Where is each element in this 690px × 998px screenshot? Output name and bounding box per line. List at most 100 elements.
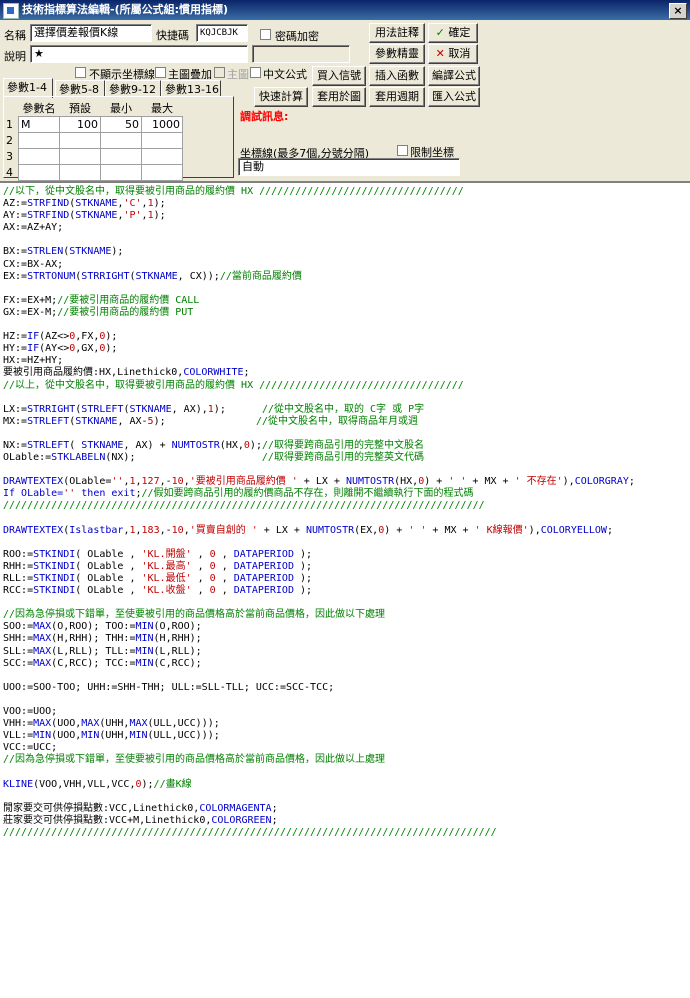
tab-params-1-4[interactable]: 參數1-4 bbox=[3, 78, 53, 98]
param-name-cell[interactable] bbox=[18, 164, 60, 181]
code-line[interactable]: MX:=STRLEFT(STKNAME, AX-5); //從中文股名中，取得商… bbox=[3, 416, 690, 428]
param-max-cell[interactable] bbox=[141, 164, 183, 181]
code-line[interactable] bbox=[3, 767, 690, 779]
code-line[interactable]: DRAWTEXTEX(OLable='',1,127,-10,'要被引用商品履約… bbox=[3, 476, 690, 488]
code-line[interactable]: HX:=HZ+HY; bbox=[3, 355, 690, 367]
param-max-cell[interactable] bbox=[141, 132, 183, 149]
desc-input[interactable]: ★ bbox=[30, 45, 248, 63]
code-token: (ULL,UCC))); bbox=[147, 730, 220, 742]
code-line[interactable]: DRAWTEXTEX(Islastbar,1,183,-10,'買賣自創的 ' … bbox=[3, 525, 690, 537]
code-line[interactable] bbox=[3, 597, 690, 609]
param-min-cell[interactable]: 50 bbox=[100, 116, 142, 133]
compile-button[interactable]: 編譯公式 bbox=[428, 66, 480, 86]
no-axis-checkbox[interactable] bbox=[75, 67, 86, 78]
code-line[interactable]: CX:=BX-AX; bbox=[3, 259, 690, 271]
param-min-cell[interactable] bbox=[100, 164, 142, 181]
code-line[interactable]: HZ:=IF(AZ<>0,FX,0); bbox=[3, 331, 690, 343]
import-formula-button[interactable]: 匯入公式 bbox=[428, 87, 480, 107]
param-name-cell[interactable]: M bbox=[18, 116, 60, 133]
tab-params-5-8[interactable]: 參數5-8 bbox=[55, 80, 105, 97]
password-checkbox[interactable] bbox=[260, 29, 271, 40]
tab-params-13-16[interactable]: 參數13-16 bbox=[161, 80, 221, 97]
param-default-cell[interactable]: 100 bbox=[59, 116, 101, 133]
code-line[interactable]: RHH:=STKINDI( OLable , 'KL.最高' , 0 , DAT… bbox=[3, 561, 690, 573]
cancel-button[interactable]: ✕ 取消 bbox=[428, 44, 478, 64]
usage-note-button[interactable]: 用法註釋 bbox=[369, 23, 425, 43]
code-line[interactable] bbox=[3, 791, 690, 803]
code-line[interactable]: KLINE(VOO,VHH,VLL,VCC,0);//畫K線 bbox=[3, 779, 690, 791]
code-line[interactable]: 要被引用商品履約價:HX,Linethick0,COLORWHITE; bbox=[3, 367, 690, 379]
code-line[interactable]: VOO:=UOO; bbox=[3, 706, 690, 718]
code-line[interactable]: VLL:=MIN(UOO,MIN(UHH,MIN(ULL,UCC))); bbox=[3, 730, 690, 742]
code-token: (VOO,VHH,VLL,VCC, bbox=[33, 778, 136, 790]
code-line[interactable]: VHH:=MAX(UOO,MAX(UHH,MAX(ULL,UCC))); bbox=[3, 718, 690, 730]
code-editor[interactable]: //以下，從中文股名中，取得要被引用商品的履約價 HX ////////////… bbox=[0, 181, 690, 998]
code-line[interactable]: //因為急停損或下錯單，至使要被引用的商品價格高於當前商品價格，因此做以下處理 bbox=[3, 609, 690, 621]
code-token: 閒家要交可供停損點數:VCC,Linethick0, bbox=[3, 802, 200, 814]
code-line[interactable]: HY:=IF(AY<>0,GX,0); bbox=[3, 343, 690, 355]
limit-axis-checkbox[interactable] bbox=[397, 145, 408, 156]
code-line[interactable]: SHH:=MAX(H,RHH); THH:=MIN(H,RHH); bbox=[3, 633, 690, 645]
param-max-cell[interactable] bbox=[141, 148, 183, 165]
code-line[interactable]: 莊家要交可供停損點數:VCC+M,Linethick0,COLORGREEN; bbox=[3, 815, 690, 827]
code-line[interactable] bbox=[3, 464, 690, 476]
code-line[interactable]: SCC:=MAX(C,RCC); TCC:=MIN(C,RCC); bbox=[3, 658, 690, 670]
code-line[interactable]: GX:=EX-M;//要被引用商品的履約價 PUT bbox=[3, 307, 690, 319]
axis-input[interactable]: 自動 bbox=[238, 158, 460, 176]
code-line[interactable] bbox=[3, 513, 690, 525]
param-min-cell[interactable] bbox=[100, 132, 142, 149]
param-name-cell[interactable] bbox=[18, 148, 60, 165]
code-line[interactable]: AY:=STRFIND(STKNAME,'P',1); bbox=[3, 210, 690, 222]
code-line[interactable] bbox=[3, 283, 690, 295]
code-line[interactable]: 閒家要交可供停損點數:VCC,Linethick0,COLORMAGENTA; bbox=[3, 803, 690, 815]
code-line[interactable]: LX:=STRRIGHT(STRLEFT(STKNAME, AX),1); //… bbox=[3, 404, 690, 416]
code-line[interactable]: //以下，從中文股名中，取得要被引用商品的履約價 HX ////////////… bbox=[3, 186, 690, 198]
param-max-cell[interactable]: 1000 bbox=[141, 116, 183, 133]
param-default-cell[interactable] bbox=[59, 148, 101, 165]
tab-params-9-12[interactable]: 參數9-12 bbox=[105, 80, 161, 97]
code-line[interactable] bbox=[3, 537, 690, 549]
code-line[interactable]: //以上，從中文股名中，取得要被引用商品的履約價 HX ////////////… bbox=[3, 380, 690, 392]
code-line[interactable]: AZ:=STRFIND(STKNAME,'C',1); bbox=[3, 198, 690, 210]
code-line[interactable] bbox=[3, 694, 690, 706]
param-wizard-button[interactable]: 參數精靈 bbox=[369, 44, 425, 64]
code-line[interactable] bbox=[3, 319, 690, 331]
apply-period-button[interactable]: 套用週期 bbox=[369, 87, 425, 107]
code-line[interactable]: SOO:=MAX(O,ROO); TOO:=MIN(O,ROO); bbox=[3, 621, 690, 633]
param-name-cell[interactable] bbox=[18, 132, 60, 149]
main-overlay-checkbox[interactable] bbox=[155, 67, 166, 78]
param-default-cell[interactable] bbox=[59, 132, 101, 149]
code-line[interactable]: OLable:=STKLABELN(NX); //取得要跨商品引用的完整英文代碼 bbox=[3, 452, 690, 464]
code-line[interactable]: BX:=STRLEN(STKNAME); bbox=[3, 246, 690, 258]
code-line[interactable]: AX:=AZ+AY; bbox=[3, 222, 690, 234]
code-line[interactable]: RCC:=STKINDI( OLable , 'KL.收盤' , 0 , DAT… bbox=[3, 585, 690, 597]
code-line[interactable]: //因為急停損或下錯單，至使要被引用的商品價格高於當前商品價格，因此做以上處理 bbox=[3, 754, 690, 766]
name-input[interactable]: 選擇價差報價K線 bbox=[30, 24, 152, 42]
title-bar[interactable]: 技術指標算法編輯-(所屬公式組:慣用指標) × bbox=[0, 0, 690, 20]
code-line[interactable]: ////////////////////////////////////////… bbox=[3, 827, 690, 839]
code-line[interactable]: VCC:=UCC; bbox=[3, 742, 690, 754]
code-line[interactable]: UOO:=SOO-TOO; UHH:=SHH-THH; ULL:=SLL-TLL… bbox=[3, 682, 690, 694]
quick-calc-button[interactable]: 快速計算 bbox=[254, 87, 308, 107]
ok-button[interactable]: ✓ 確定 bbox=[428, 23, 478, 43]
code-line[interactable] bbox=[3, 428, 690, 440]
code-line[interactable] bbox=[3, 392, 690, 404]
close-button[interactable]: × bbox=[669, 3, 687, 19]
code-line[interactable]: If OLable='' then exit;//假如要跨商品引用的履約價商品不… bbox=[3, 488, 690, 500]
apply-chart-button[interactable]: 套用於圖 bbox=[312, 87, 366, 107]
buy-sell-button[interactable]: 買入信號 bbox=[312, 66, 366, 86]
param-min-cell[interactable] bbox=[100, 148, 142, 165]
code-line[interactable]: ////////////////////////////////////////… bbox=[3, 500, 690, 512]
param-default-cell[interactable] bbox=[59, 164, 101, 181]
code-line[interactable] bbox=[3, 234, 690, 246]
code-line[interactable]: NX:=STRLEFT( STKNAME, AX) + NUMTOSTR(HX,… bbox=[3, 440, 690, 452]
code-line[interactable]: ROO:=STKINDI( OLable , 'KL.開盤' , 0 , DAT… bbox=[3, 549, 690, 561]
chinese-formula-checkbox[interactable] bbox=[250, 67, 261, 78]
insert-func-button[interactable]: 插入函數 bbox=[369, 66, 425, 86]
code-line[interactable]: EX:=STRTONUM(STRRIGHT(STKNAME, CX));//當前… bbox=[3, 271, 690, 283]
shortcut-input[interactable]: KQJCBJK bbox=[196, 24, 248, 42]
code-line[interactable]: FX:=EX+M;//要被引用商品的履約價 CALL bbox=[3, 295, 690, 307]
code-line[interactable]: SLL:=MAX(L,RLL); TLL:=MIN(L,RLL); bbox=[3, 646, 690, 658]
code-line[interactable]: RLL:=STKINDI( OLable , 'KL.最低' , 0 , DAT… bbox=[3, 573, 690, 585]
code-line[interactable] bbox=[3, 670, 690, 682]
